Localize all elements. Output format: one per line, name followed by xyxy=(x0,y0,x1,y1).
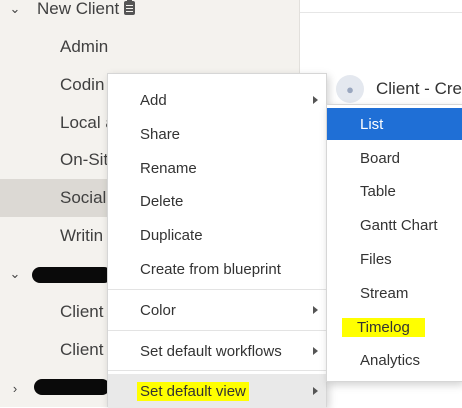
tree-item-label: Writin xyxy=(60,226,104,245)
clipboard-icon xyxy=(124,0,136,15)
submenu-item-label: Analytics xyxy=(360,351,421,369)
menu-item-label: Set default view xyxy=(137,381,249,401)
menu-separator xyxy=(108,289,326,290)
submenu-item-analytics[interactable]: Analytics xyxy=(327,344,462,376)
submenu-item-label: Board xyxy=(360,149,401,167)
submenu-arrow-icon xyxy=(313,347,318,355)
submenu-item-label: Files xyxy=(360,250,392,268)
menu-item-duplicate[interactable]: Duplicate xyxy=(108,218,326,252)
menu-item-label: Duplicate xyxy=(140,226,203,244)
menu-item-create-from-blueprint[interactable]: Create from blueprint xyxy=(108,252,326,286)
tree-item-label: Social xyxy=(60,188,107,207)
divider xyxy=(300,12,462,13)
menu-item-set-default-workflows[interactable]: Set default workflows xyxy=(108,334,326,368)
submenu-item-timelog[interactable]: Timelog xyxy=(327,311,462,343)
menu-item-color[interactable]: Color xyxy=(108,293,326,327)
menu-item-label: Color xyxy=(140,301,176,319)
menu-item-label: Delete xyxy=(140,192,184,210)
submenu-item-gantt-chart[interactable]: Gantt Chart xyxy=(327,209,462,241)
menu-item-label: Rename xyxy=(140,159,197,177)
menu-item-label: Share xyxy=(140,125,181,143)
tree-item-label: Admin xyxy=(60,37,109,56)
tree-item-label: On-Sit xyxy=(60,150,109,169)
submenu-item-stream[interactable]: Stream xyxy=(327,277,462,309)
submenu-item-label: Gantt Chart xyxy=(360,216,438,234)
people-icon: ● xyxy=(336,75,364,103)
chevron-down-icon[interactable]: ⌄ xyxy=(8,1,22,16)
tree-item-label: Client xyxy=(60,302,104,321)
view-submenu: List Board Table Gantt Chart Files Strea… xyxy=(326,104,462,382)
submenu-arrow-icon xyxy=(313,306,318,314)
menu-item-label: Add xyxy=(140,91,167,109)
submenu-arrow-icon xyxy=(313,387,318,395)
submenu-item-label: Table xyxy=(360,182,396,200)
menu-item-label: Set default workflows xyxy=(140,342,282,360)
redacted-label xyxy=(34,379,110,395)
chevron-right-icon[interactable]: › xyxy=(8,381,22,396)
menu-item-add[interactable]: Add xyxy=(108,83,326,117)
menu-item-delete[interactable]: Delete xyxy=(108,184,326,218)
client-label: Client - Cre xyxy=(376,79,462,98)
submenu-item-list[interactable]: List xyxy=(327,108,462,140)
menu-separator xyxy=(108,370,326,371)
context-menu: Add Share Rename Delete Duplicate Create… xyxy=(107,73,327,408)
tree-item-label: Client xyxy=(60,340,104,359)
menu-item-share[interactable]: Share xyxy=(108,117,326,151)
menu-separator xyxy=(108,330,326,331)
submenu-item-files[interactable]: Files xyxy=(327,243,462,275)
submenu-item-board[interactable]: Board xyxy=(327,142,462,174)
submenu-item-label: Stream xyxy=(360,284,409,302)
menu-item-label: Create from blueprint xyxy=(140,260,281,278)
submenu-item-table[interactable]: Table xyxy=(327,175,462,207)
submenu-arrow-icon xyxy=(313,96,318,104)
chevron-down-icon[interactable]: ⌄ xyxy=(8,266,22,281)
submenu-item-label: List xyxy=(360,115,384,133)
redacted-label xyxy=(32,267,112,283)
client-row[interactable]: ● Client - Cre xyxy=(336,74,462,104)
submenu-item-label: Timelog xyxy=(342,317,425,337)
menu-item-rename[interactable]: Rename xyxy=(108,151,326,185)
menu-item-set-default-view[interactable]: Set default view xyxy=(108,374,326,408)
tree-item-label: Codin xyxy=(60,75,105,94)
folder-label: New Client xyxy=(37,0,136,19)
tree-folder-new-client[interactable]: ⌄ New Client xyxy=(0,0,300,28)
tree-item-admin[interactable]: Admin xyxy=(0,28,300,66)
